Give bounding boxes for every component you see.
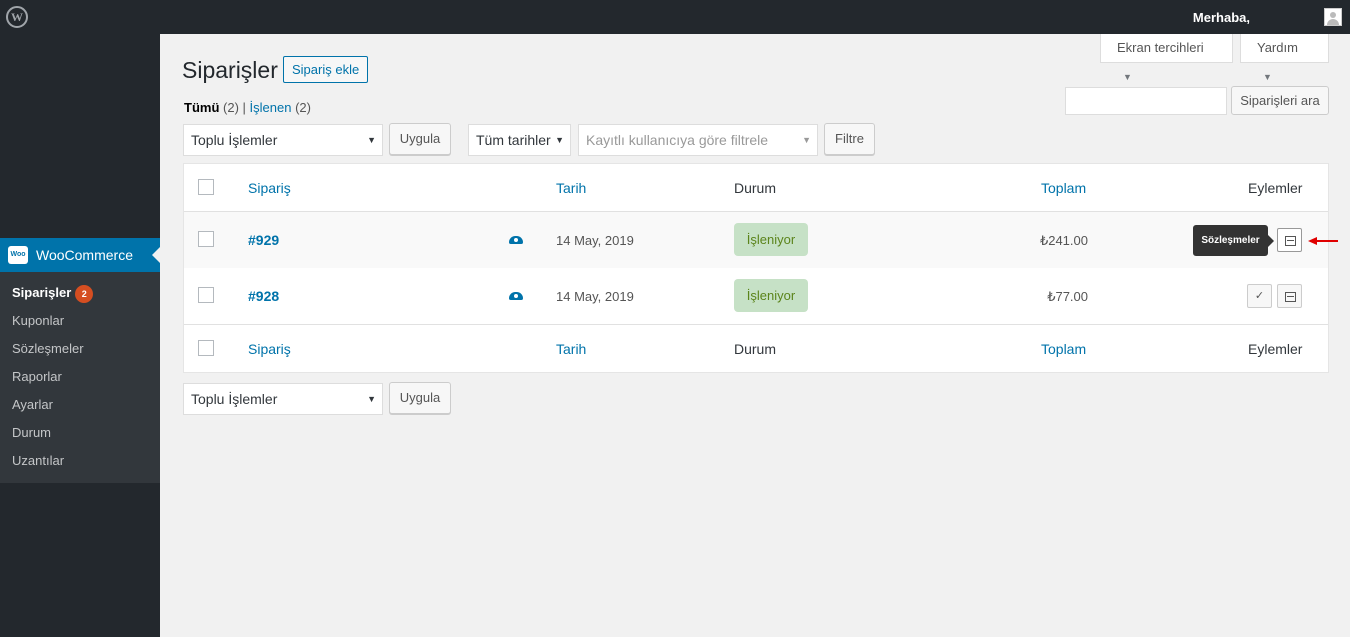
bulk-actions-value: Toplu İşlemler xyxy=(191,391,278,407)
views-separator: | xyxy=(242,100,246,115)
menu-woocommerce[interactable]: Woo WooCommerce xyxy=(0,238,160,272)
screen-options-label: Ekran tercihleri xyxy=(1117,40,1204,55)
order-date: 14 May, 2019 xyxy=(556,233,634,248)
submenu-item-reports[interactable]: Raporlar xyxy=(0,363,160,391)
column-order[interactable]: Sipariş xyxy=(248,341,291,357)
checkmark-icon: ✓ xyxy=(1254,290,1265,302)
select-all-checkbox[interactable] xyxy=(198,179,214,195)
submenu-item-settings[interactable]: Ayarlar xyxy=(0,391,160,419)
screen-options-button[interactable]: Ekran tercihleri▼ xyxy=(1100,34,1233,82)
wordpress-logo-icon[interactable] xyxy=(6,6,28,28)
page-title: Siparişler xyxy=(182,57,278,83)
column-date[interactable]: Tarih xyxy=(556,341,586,357)
contracts-action-button[interactable] xyxy=(1277,228,1302,252)
orders-count-badge: 2 xyxy=(75,285,94,303)
submenu-item-orders[interactable]: Siparişler 2 xyxy=(0,279,160,307)
column-total[interactable]: Toplam xyxy=(1041,180,1086,196)
submenu-item-status[interactable]: Durum xyxy=(0,419,160,447)
submenu-item-extensions[interactable]: Uzantılar xyxy=(0,447,160,475)
bulk-actions-select[interactable]: Toplu İşlemler ▼ xyxy=(183,124,383,156)
menu-woocommerce-label: WooCommerce xyxy=(36,247,133,263)
apply-button[interactable]: Uygula xyxy=(389,123,451,155)
column-status: Durum xyxy=(734,341,777,357)
triangle-down-icon: ▼ xyxy=(802,135,811,145)
date-filter-select[interactable]: Tüm tarihler ▼ xyxy=(468,124,571,156)
column-order[interactable]: Sipariş xyxy=(248,180,291,196)
help-label: Yardım xyxy=(1257,40,1298,55)
admin-bar: Merhaba, xyxy=(0,0,1350,34)
row-checkbox[interactable] xyxy=(198,287,214,303)
submenu-item-coupons[interactable]: Kuponlar xyxy=(0,307,160,335)
bulk-actions-value: Toplu İşlemler xyxy=(191,132,278,148)
search-orders-button[interactable]: Siparişleri ara xyxy=(1231,86,1329,115)
customer-filter-select[interactable]: Kayıtlı kullanıcıya göre filtrele ▼ xyxy=(578,124,818,156)
date-filter-value: Tüm tarihler xyxy=(476,132,551,148)
view-processing-count: (2) xyxy=(295,100,311,115)
complete-action-button[interactable]: ✓ xyxy=(1247,284,1272,308)
column-date[interactable]: Tarih xyxy=(556,180,586,196)
status-badge: İşleniyor xyxy=(734,279,808,312)
column-status: Durum xyxy=(734,180,777,196)
column-actions: Eylemler xyxy=(1248,180,1303,196)
select-all-checkbox[interactable] xyxy=(198,340,214,356)
filter-button[interactable]: Filtre xyxy=(824,123,875,155)
view-all[interactable]: Tümü xyxy=(184,100,219,115)
customer-filter-placeholder: Kayıtlı kullanıcıya göre filtrele xyxy=(586,132,769,148)
search-input[interactable] xyxy=(1065,87,1227,115)
submenu-item-contracts[interactable]: Sözleşmeler xyxy=(0,335,160,363)
status-badge: İşleniyor xyxy=(734,223,808,256)
current-menu-caret xyxy=(152,247,160,263)
preview-eye-icon[interactable] xyxy=(509,292,523,300)
table-header-row: Sipariş Tarih Durum Toplam Eylemler xyxy=(184,164,1328,212)
preview-eye-icon[interactable] xyxy=(509,236,523,244)
column-total[interactable]: Toplam xyxy=(1041,341,1086,357)
triangle-down-icon: ▼ xyxy=(555,135,564,145)
order-number-link[interactable]: #929 xyxy=(248,232,279,248)
table-row: #929 14 May, 2019 İşleniyor ₺241.00 xyxy=(184,212,1328,268)
table-row: #928 14 May, 2019 İşleniyor ₺77.00 ✓ xyxy=(184,268,1328,324)
avatar[interactable] xyxy=(1324,8,1342,26)
status-views: Tümü (2) | İşlenen (2) xyxy=(184,100,311,115)
order-date: 14 May, 2019 xyxy=(556,289,634,304)
view-processing[interactable]: İşlenen xyxy=(250,100,292,115)
help-button[interactable]: Yardım▼ xyxy=(1240,34,1329,82)
red-arrow-icon xyxy=(1308,237,1338,245)
contracts-tooltip: Sözleşmeler xyxy=(1193,225,1274,256)
order-total: ₺241.00 xyxy=(1039,233,1088,248)
bulk-actions-select-bottom[interactable]: Toplu İşlemler ▼ xyxy=(183,383,383,415)
order-number-link[interactable]: #928 xyxy=(248,288,279,304)
view-all-count: (2) xyxy=(223,100,239,115)
table-footer-row: Sipariş Tarih Durum Toplam Eylemler xyxy=(184,324,1328,372)
orders-table: Sipariş Tarih Durum Toplam Eylemler #929… xyxy=(183,163,1329,373)
woocommerce-icon: Woo xyxy=(8,246,28,264)
greeting-text[interactable]: Merhaba, xyxy=(1193,10,1250,25)
woocommerce-submenu: Siparişler 2 Kuponlar Sözleşmeler Raporla… xyxy=(0,272,160,483)
apply-button-bottom[interactable]: Uygula xyxy=(389,382,451,414)
submenu-item-label: Siparişler xyxy=(12,285,72,300)
triangle-down-icon: ▼ xyxy=(367,135,376,145)
column-actions: Eylemler xyxy=(1248,341,1303,357)
add-order-button[interactable]: Sipariş ekle xyxy=(283,56,369,83)
triangle-down-icon: ▼ xyxy=(367,394,376,404)
row-checkbox[interactable] xyxy=(198,231,214,247)
contracts-action-button[interactable] xyxy=(1277,284,1302,308)
order-total: ₺77.00 xyxy=(1047,289,1088,304)
